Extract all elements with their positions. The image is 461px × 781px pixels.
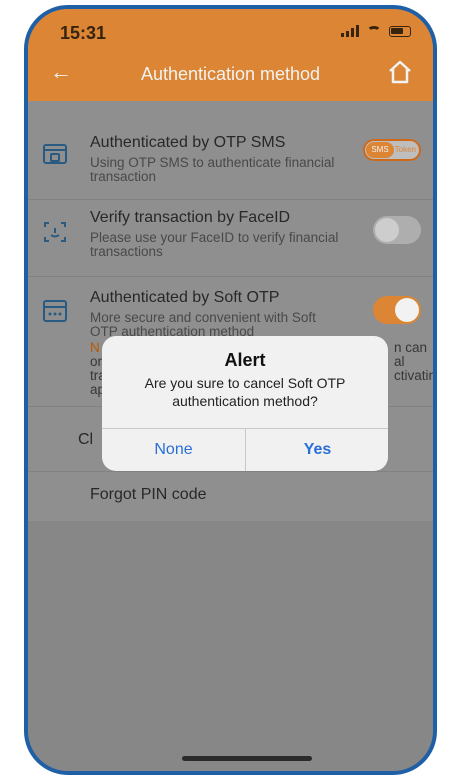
phone-frame: 15:31 ← Authentication method Authentica…: [24, 5, 437, 775]
none-button[interactable]: None: [102, 429, 245, 471]
yes-button[interactable]: Yes: [246, 429, 388, 471]
app-screen: 15:31 ← Authentication method Authentica…: [28, 9, 433, 771]
alert-title: Alert: [224, 350, 266, 370]
home-indicator[interactable]: [182, 756, 312, 761]
alert-dialog: Alert Are you sure to cancel Soft OTP au…: [102, 336, 388, 471]
alert-message: Are you sure to cancel Soft OTP authenti…: [144, 375, 346, 409]
